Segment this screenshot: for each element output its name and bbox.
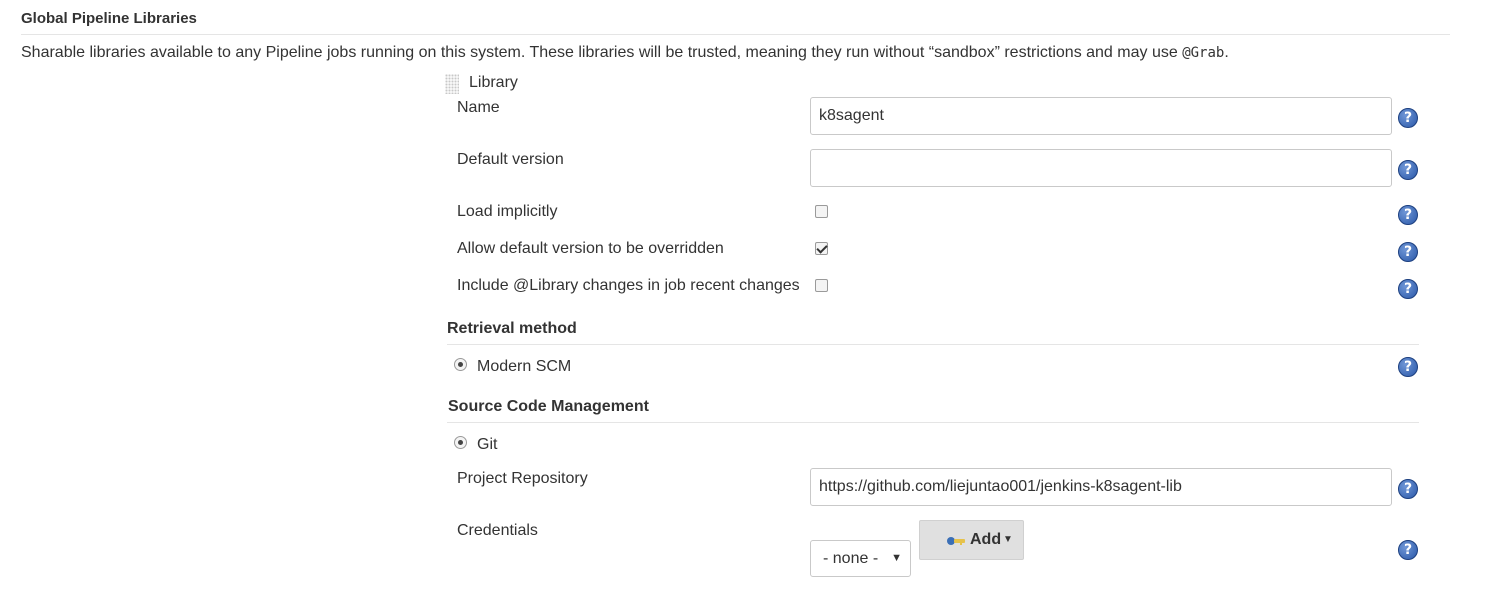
include-changes-checkbox[interactable]	[815, 279, 828, 292]
credentials-selected-value: - none -	[823, 550, 879, 567]
library-header: Library	[469, 74, 518, 91]
help-icon[interactable]: ?	[1398, 242, 1418, 262]
project-repository-label: Project Repository	[457, 470, 588, 487]
section-divider	[21, 34, 1450, 35]
modern-scm-label[interactable]: Modern SCM	[477, 358, 571, 376]
help-icon[interactable]: ?	[1398, 279, 1418, 299]
name-input[interactable]	[810, 97, 1392, 135]
load-implicitly-label: Load implicitly	[457, 203, 558, 220]
caret-down-icon: ▼	[1003, 534, 1013, 545]
load-implicitly-checkbox[interactable]	[815, 205, 828, 218]
credentials-select[interactable]: - none - ▼	[810, 540, 911, 577]
help-icon[interactable]: ?	[1398, 479, 1418, 499]
add-credentials-button[interactable]: Add ▼	[919, 520, 1024, 560]
include-changes-label: Include @Library changes in job recent c…	[457, 277, 800, 294]
section-title: Global Pipeline Libraries	[21, 10, 197, 27]
git-radio[interactable]	[454, 436, 467, 449]
git-label[interactable]: Git	[477, 436, 497, 454]
section-description-text: Sharable libraries available to any Pipe…	[21, 44, 1183, 61]
modern-scm-radio[interactable]	[454, 358, 467, 371]
default-version-input[interactable]	[810, 149, 1392, 187]
help-icon[interactable]: ?	[1398, 160, 1418, 180]
name-label: Name	[457, 99, 500, 116]
retrieval-method-title: Retrieval method	[447, 320, 577, 337]
retrieval-divider	[447, 344, 1419, 345]
dropdown-arrow-icon: ▼	[891, 552, 902, 564]
help-icon[interactable]: ?	[1398, 108, 1418, 128]
key-icon	[947, 537, 965, 545]
grab-code: @Grab	[1182, 45, 1225, 61]
section-description-end: .	[1224, 44, 1229, 61]
project-repository-input[interactable]	[810, 468, 1392, 506]
drag-handle-icon[interactable]	[445, 74, 459, 94]
credentials-label: Credentials	[457, 522, 538, 539]
scm-title: Source Code Management	[448, 398, 649, 415]
help-icon[interactable]: ?	[1398, 540, 1418, 560]
allow-override-label: Allow default version to be overridden	[457, 240, 724, 257]
scm-divider	[447, 422, 1419, 423]
allow-override-checkbox[interactable]	[815, 242, 828, 255]
help-icon[interactable]: ?	[1398, 357, 1418, 377]
add-button-label: Add	[970, 531, 1002, 548]
default-version-label: Default version	[457, 151, 564, 168]
help-icon[interactable]: ?	[1398, 205, 1418, 225]
section-description: Sharable libraries available to any Pipe…	[21, 44, 1229, 62]
